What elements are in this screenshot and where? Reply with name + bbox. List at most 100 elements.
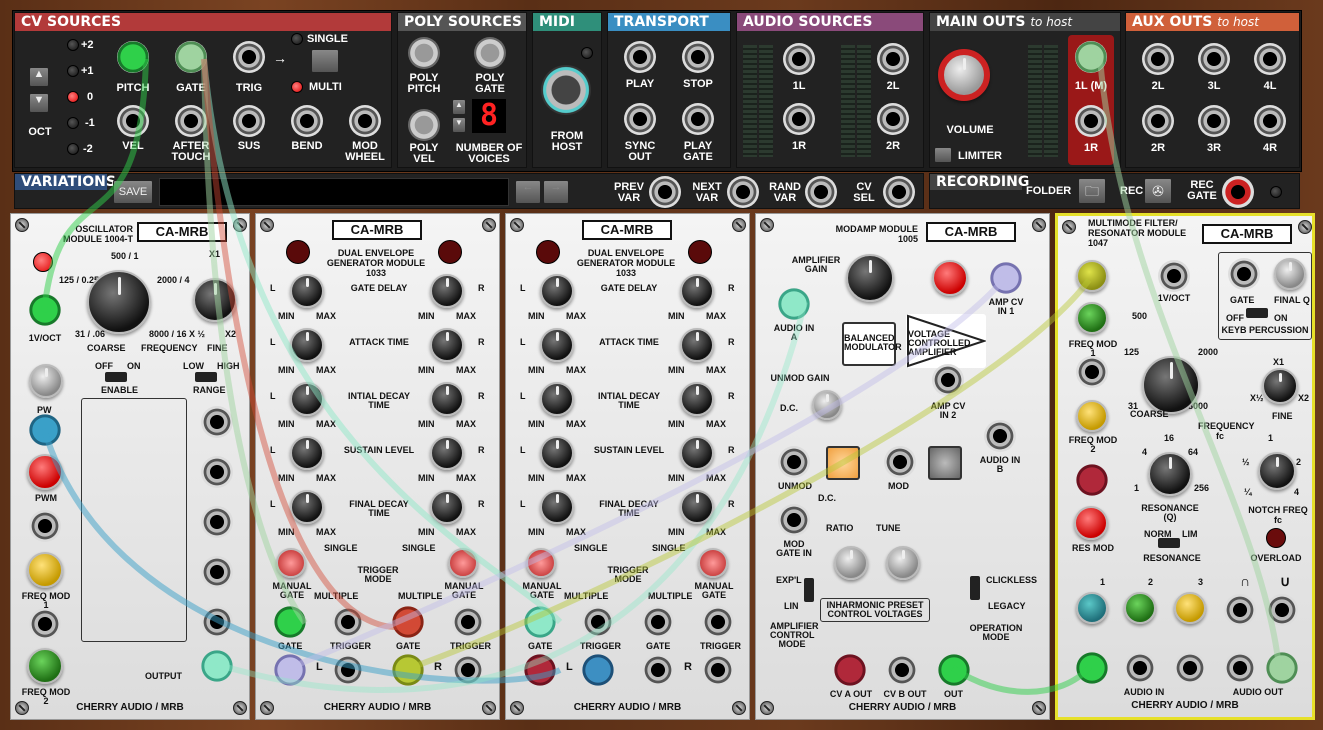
- env2-out-l2-jack[interactable]: [582, 654, 614, 686]
- osc-fm2-knob[interactable]: [27, 648, 63, 684]
- unmod-gain-knob[interactable]: [812, 390, 842, 420]
- env1-row2-knob-l[interactable]: [290, 382, 324, 416]
- env2-row0-knob-l[interactable]: [540, 274, 574, 308]
- osc-fm1-knob[interactable]: [27, 552, 63, 588]
- osc-fm1-jack[interactable]: [29, 608, 61, 640]
- prev-var-jack[interactable]: [649, 176, 681, 208]
- voices-up-button[interactable]: ▲: [452, 99, 466, 115]
- modamp-out-jack[interactable]: [938, 654, 970, 686]
- rec-gate-jack[interactable]: [1222, 176, 1254, 208]
- env2-row1-knob-l[interactable]: [540, 328, 574, 362]
- env2-row1-knob-r[interactable]: [680, 328, 714, 362]
- osc-1voct-jack[interactable]: [29, 294, 61, 326]
- play-gate-jack[interactable]: [682, 103, 714, 135]
- audio-in1-knob[interactable]: [1076, 592, 1108, 624]
- voices-down-button[interactable]: ▼: [452, 117, 466, 133]
- oct-up-button[interactable]: ▲: [29, 67, 49, 87]
- main-out-1r-jack[interactable]: [1075, 105, 1107, 137]
- audio-in3-knob[interactable]: [1174, 592, 1206, 624]
- filter-bp-out-jack[interactable]: [1224, 652, 1256, 684]
- filter-hp-out-jack[interactable]: [1266, 594, 1298, 626]
- vel-jack[interactable]: [117, 105, 149, 137]
- env1-row3-knob-l[interactable]: [290, 436, 324, 470]
- variation-prev-arrow-icon[interactable]: ←: [515, 180, 541, 204]
- gate-jack[interactable]: [175, 41, 207, 73]
- env2-trigger-l-jack[interactable]: [582, 606, 614, 638]
- env1-trigger-r-jack[interactable]: [452, 606, 484, 638]
- sync-out-jack[interactable]: [624, 103, 656, 135]
- env1-row0-knob-l[interactable]: [290, 274, 324, 308]
- trig-mode-button[interactable]: [311, 49, 339, 73]
- osc-out-jack-2[interactable]: [201, 456, 233, 488]
- env1-manual-gate-l[interactable]: [276, 548, 306, 578]
- audio-1r-jack[interactable]: [783, 103, 815, 135]
- resonance-mode-toggle[interactable]: [1158, 538, 1180, 548]
- main-out-1l-jack[interactable]: [1075, 41, 1107, 73]
- env1-row4-knob-r[interactable]: [430, 490, 464, 524]
- env1-trigger-l-jack[interactable]: [332, 606, 364, 638]
- env2-manual-gate-r[interactable]: [698, 548, 728, 578]
- audio-in-b-jack[interactable]: [984, 420, 1016, 452]
- keyb-gate-jack[interactable]: [1228, 258, 1260, 290]
- env1-gate-l-jack[interactable]: [274, 606, 306, 638]
- env2-row4-knob-r[interactable]: [680, 490, 714, 524]
- mod-wheel-jack[interactable]: [349, 105, 381, 137]
- cv-a-out-jack[interactable]: [834, 654, 866, 686]
- env2-row0-knob-r[interactable]: [680, 274, 714, 308]
- osc-output-jack[interactable]: [201, 650, 233, 682]
- sus-jack[interactable]: [233, 105, 265, 137]
- env2-out-l-jack[interactable]: [524, 654, 556, 686]
- audio-in1-jack[interactable]: [1076, 652, 1108, 684]
- filter-fine-knob[interactable]: [1262, 368, 1298, 404]
- rand-var-jack[interactable]: [805, 176, 837, 208]
- env2-row2-knob-r[interactable]: [680, 382, 714, 416]
- osc-out-jack-5[interactable]: [201, 606, 233, 638]
- env2-row4-knob-l[interactable]: [540, 490, 574, 524]
- cv-b-out-jack[interactable]: [886, 654, 918, 686]
- res-mod-jack[interactable]: [1076, 464, 1108, 496]
- midi-from-host-port[interactable]: [541, 65, 591, 115]
- cv-sel-jack[interactable]: [883, 176, 915, 208]
- audio-in2-jack[interactable]: [1124, 652, 1156, 684]
- audio-1l-jack[interactable]: [783, 43, 815, 75]
- amp-cv1-knob[interactable]: [932, 260, 968, 296]
- env2-row2-knob-l[interactable]: [540, 382, 574, 416]
- env2-trigger-r-jack[interactable]: [702, 606, 734, 638]
- trig-jack[interactable]: [233, 41, 265, 73]
- env2-gate-l-jack[interactable]: [524, 606, 556, 638]
- variation-name-field[interactable]: [159, 178, 509, 206]
- env1-row4-knob-l[interactable]: [290, 490, 324, 524]
- aux-2l-jack[interactable]: [1142, 43, 1174, 75]
- osc-enable-toggle[interactable]: [105, 372, 127, 382]
- bend-jack[interactable]: [291, 105, 323, 137]
- audio-2l-jack[interactable]: [877, 43, 909, 75]
- pitch-jack[interactable]: [117, 41, 149, 73]
- filter-lp-out-jack[interactable]: [1224, 594, 1256, 626]
- amp-cv2-jack[interactable]: [932, 364, 964, 396]
- res-mod-knob[interactable]: [1074, 506, 1108, 540]
- filter-fm1-knob[interactable]: [1076, 302, 1108, 334]
- osc-pwm-jack[interactable]: [29, 510, 61, 542]
- env1-out-l-jack[interactable]: [274, 654, 306, 686]
- poly-gate-jack[interactable]: [474, 37, 506, 69]
- save-button[interactable]: SAVE: [113, 180, 153, 204]
- osc-pw-knob[interactable]: [29, 364, 63, 398]
- ratio-knob[interactable]: [834, 546, 868, 580]
- env1-row0-knob-r[interactable]: [430, 274, 464, 308]
- osc-pw-jack[interactable]: [29, 414, 61, 446]
- audio-in-a-jack[interactable]: [778, 288, 810, 320]
- env2-out-r2-jack[interactable]: [702, 654, 734, 686]
- osc-range-toggle[interactable]: [195, 372, 217, 382]
- operation-mode-toggle[interactable]: [970, 576, 980, 600]
- final-q-knob[interactable]: [1274, 258, 1306, 290]
- audio-2r-jack[interactable]: [877, 103, 909, 135]
- play-jack[interactable]: [624, 41, 656, 73]
- env2-out-r-jack[interactable]: [642, 654, 674, 686]
- mod-jack[interactable]: [884, 446, 916, 478]
- amp-gain-knob[interactable]: [846, 254, 894, 302]
- aux-4l-jack[interactable]: [1254, 43, 1286, 75]
- aux-3r-jack[interactable]: [1198, 105, 1230, 137]
- osc-out-jack-4[interactable]: [201, 556, 233, 588]
- notch-freq-knob[interactable]: [1258, 452, 1296, 490]
- env1-out-l2-jack[interactable]: [332, 654, 364, 686]
